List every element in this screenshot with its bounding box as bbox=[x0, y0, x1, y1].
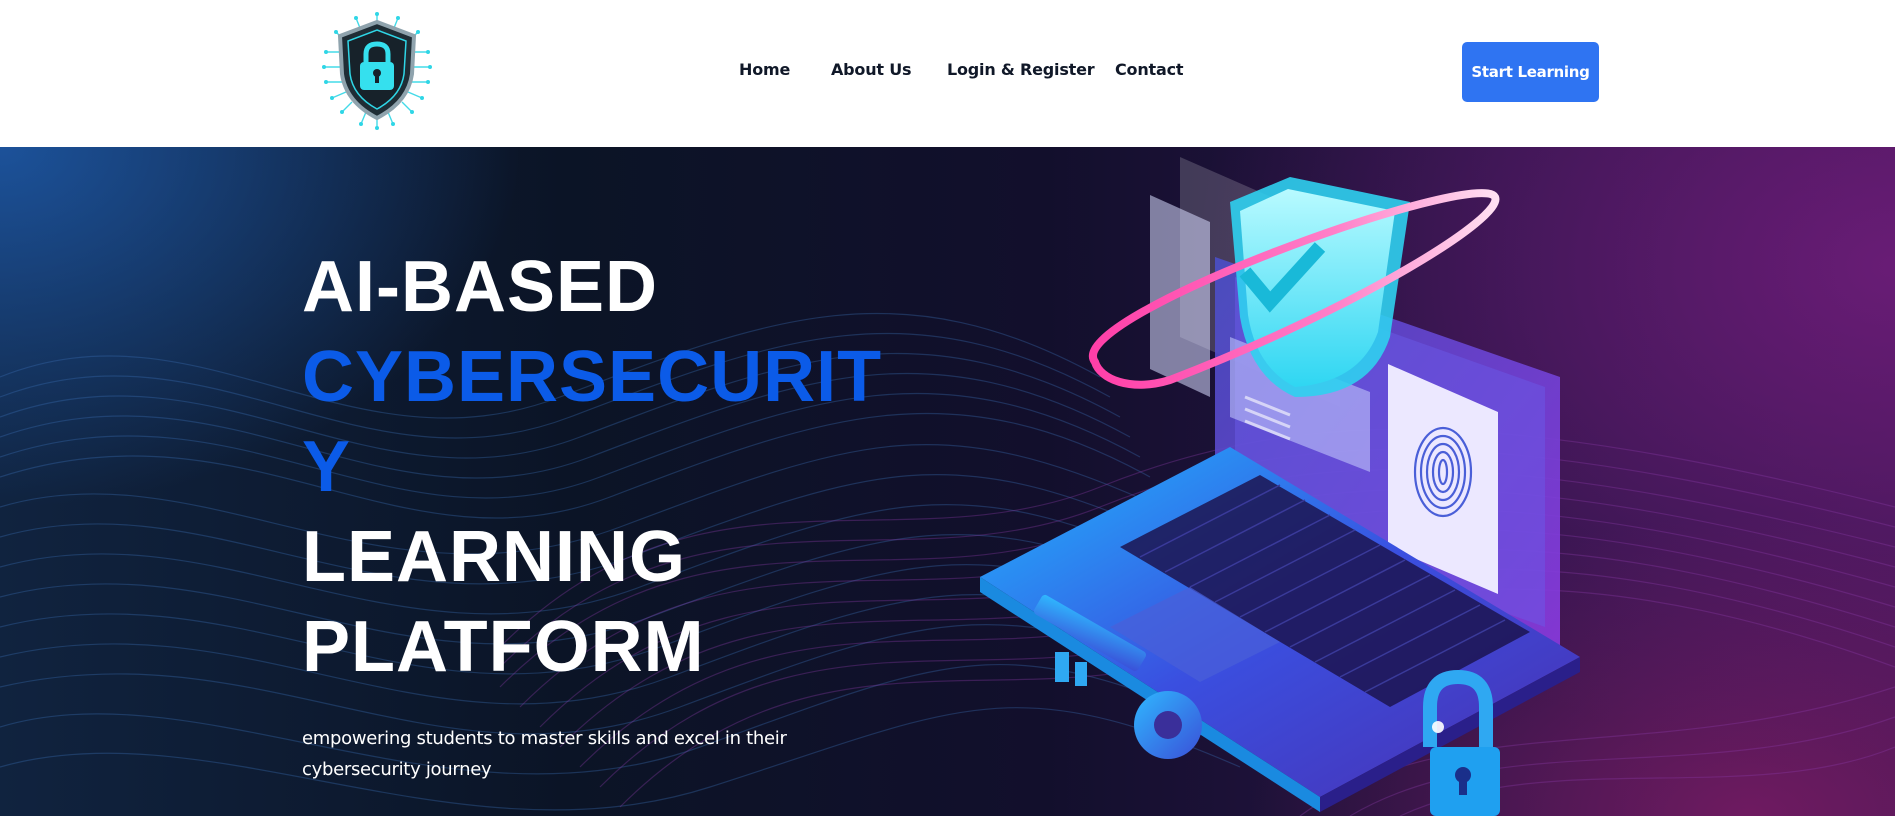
nav-home-link[interactable]: Home bbox=[739, 60, 790, 79]
laptop-security-illustration bbox=[980, 157, 1580, 816]
nav-contact-link[interactable]: Contact bbox=[1115, 60, 1184, 79]
nav-login-register-link[interactable]: Login & Register bbox=[947, 60, 1095, 79]
hero-title: AI-BASED CYBERSECURIT Y LEARNING PLATFOR… bbox=[302, 242, 882, 692]
hero-subtitle-line: empowering students to master skills and… bbox=[302, 728, 787, 749]
hero-title-line: AI-BASED bbox=[302, 247, 659, 327]
hero-subtitle: empowering students to master skills and… bbox=[302, 723, 802, 785]
hero-section: AI-BASED CYBERSECURIT Y LEARNING PLATFOR… bbox=[0, 147, 1895, 816]
hero-title-line-highlight: CYBERSECURIT bbox=[302, 337, 883, 417]
hero-subtitle-line: cybersecurity journey bbox=[302, 759, 492, 780]
hero-title-line: PLATFORM bbox=[302, 607, 705, 687]
hero-title-line: LEARNING bbox=[302, 517, 686, 597]
hero-title-line-highlight: Y bbox=[302, 427, 352, 507]
main-nav: Home About Us Login & Register Contact bbox=[0, 0, 1895, 147]
site-header: Home About Us Login & Register Contact S… bbox=[0, 0, 1895, 147]
nav-about-link[interactable]: About Us bbox=[831, 60, 912, 79]
start-learning-button[interactable]: Start Learning bbox=[1462, 42, 1599, 102]
